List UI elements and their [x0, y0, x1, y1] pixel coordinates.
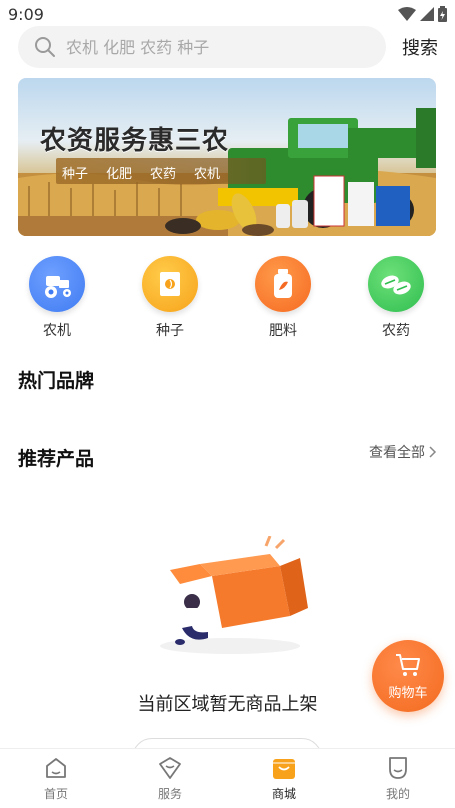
home-icon [46, 758, 66, 778]
fertilizer-bottle-icon [255, 256, 311, 312]
view-all-link[interactable]: 查看全部 [369, 442, 437, 462]
recommended-title: 推荐产品 [18, 448, 95, 470]
search-button[interactable]: 搜索 [402, 34, 438, 60]
tab-label: 商城 [271, 787, 296, 801]
cart-icon [396, 654, 420, 676]
cart-label: 购物车 [388, 686, 428, 701]
bottom-tab-bar: 首页 服务 商城 我的 [0, 748, 455, 808]
category-label: 农药 [382, 323, 410, 339]
tractor-icon [29, 256, 85, 312]
banner-tag: 农机 [194, 167, 221, 182]
search-box[interactable] [18, 26, 386, 68]
cart-button[interactable]: 购物车 [372, 640, 444, 712]
mall-icon [273, 759, 295, 779]
battery-icon [438, 6, 447, 22]
tab-profile[interactable]: 我的 [358, 755, 438, 802]
pesticide-leaf-icon [368, 256, 424, 312]
promo-banner[interactable]: 农资服务惠三农 种子 化肥 农药 农机 [18, 78, 436, 236]
category-fertilizer[interactable]: 肥料 [243, 256, 323, 340]
banner-tag: 化肥 [106, 167, 133, 182]
search-input[interactable] [66, 26, 366, 68]
search-row: 搜索 [18, 26, 438, 68]
status-icons [398, 6, 447, 22]
hot-brands-title: 热门品牌 [18, 370, 95, 392]
seed-bag-icon [142, 256, 198, 312]
view-all-label: 查看全部 [369, 445, 425, 461]
banner-tag: 农药 [150, 167, 177, 182]
category-label: 农机 [43, 323, 71, 339]
category-label: 种子 [156, 323, 184, 339]
tab-label: 服务 [157, 787, 182, 801]
search-icon [35, 37, 55, 57]
empty-box-illustration [160, 536, 308, 654]
tab-service[interactable]: 服务 [130, 755, 210, 802]
wifi-icon [398, 7, 416, 21]
category-label: 肥料 [269, 323, 297, 339]
chevron-right-icon [429, 446, 437, 458]
tab-label: 我的 [385, 787, 410, 801]
banner-farm-illustration [18, 108, 436, 236]
banner-tag: 种子 [62, 167, 89, 182]
tab-label: 首页 [43, 787, 68, 801]
category-seeds[interactable]: 种子 [130, 256, 210, 340]
profile-icon [389, 757, 407, 779]
tab-mall[interactable]: 商城 [244, 755, 324, 802]
category-grid: 农机 种子 肥料 农药 [0, 256, 455, 340]
banner-tags: 种子 化肥 农药 农机 [62, 163, 220, 182]
tab-home[interactable]: 首页 [16, 755, 96, 802]
category-pesticide[interactable]: 农药 [356, 256, 436, 340]
banner-title: 农资服务惠三农 [40, 126, 230, 156]
status-time: 9:09 [8, 5, 44, 24]
category-machinery[interactable]: 农机 [17, 256, 97, 340]
signal-icon [420, 7, 434, 21]
service-icon [159, 757, 181, 779]
